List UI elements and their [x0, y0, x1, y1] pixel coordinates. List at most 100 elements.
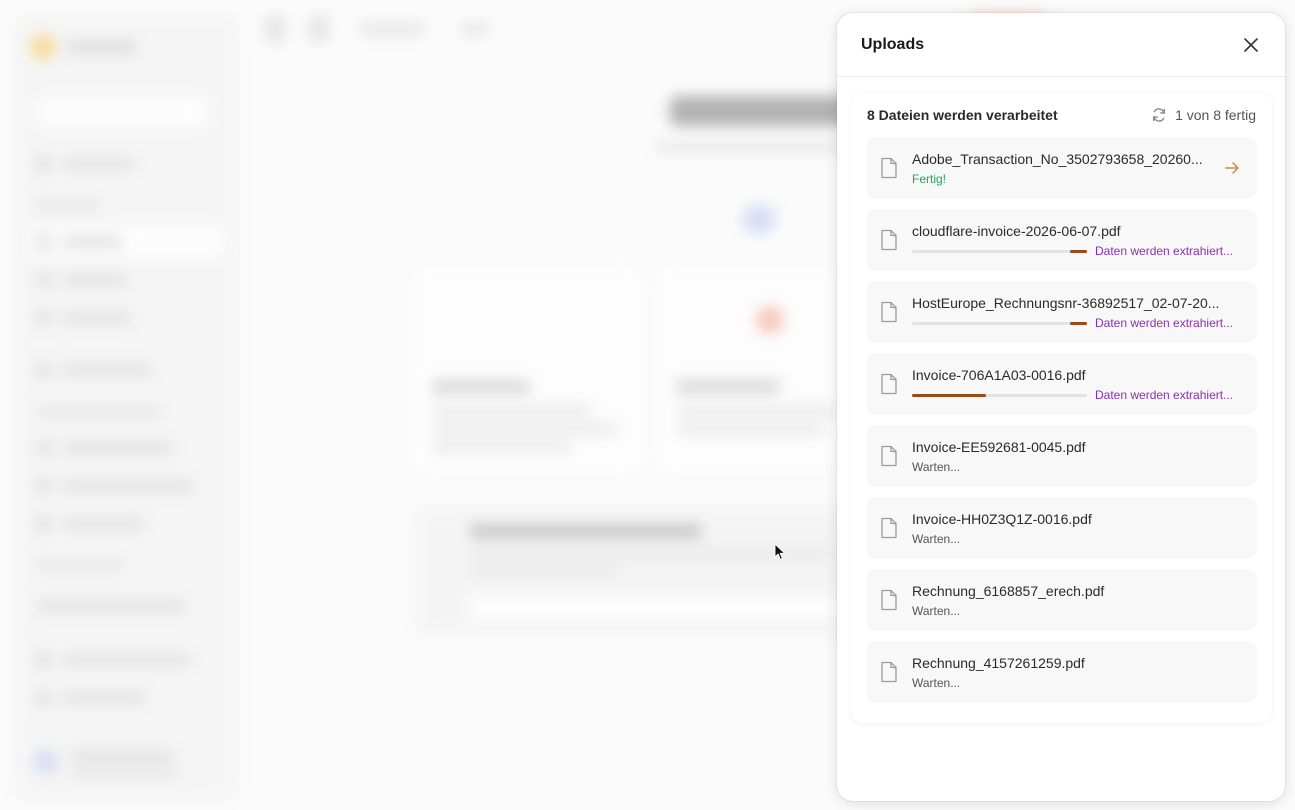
background-nav-line	[62, 312, 132, 324]
mouse-cursor-icon	[774, 543, 786, 560]
file-info: Invoice-HH0Z3Q1Z-0016.pdf Warten...	[912, 510, 1243, 546]
background-nav-active	[28, 226, 224, 258]
file-status: Daten werden extrahiert...	[1095, 388, 1234, 402]
background-topbar-button	[308, 14, 330, 44]
background-logo	[30, 34, 56, 60]
background-logo-text	[66, 40, 136, 54]
file-icon	[881, 157, 897, 179]
background-nav-line	[70, 768, 178, 776]
progress-fill	[1069, 321, 1087, 325]
file-name: HostEurope_Rechnungsnr-36892517_02-07-20…	[912, 295, 1220, 311]
file-item: Invoice-EE592681-0045.pdf Warten...	[866, 425, 1257, 487]
file-status: Warten...	[912, 604, 961, 618]
file-icon	[881, 229, 897, 251]
file-progress: Daten werden extrahiert...	[912, 388, 1243, 402]
background-badge	[742, 204, 776, 234]
progress-fill	[912, 393, 986, 397]
file-name: Rechnung_6168857_erech.pdf	[912, 583, 1105, 599]
file-status: Daten werden extrahiert...	[1095, 244, 1234, 258]
file-status: Daten werden extrahiert...	[1095, 316, 1234, 330]
background-nav-icon	[36, 310, 52, 326]
file-item: Invoice-706A1A03-0016.pdf Daten werden e…	[866, 353, 1257, 415]
background-panel-input	[470, 596, 850, 620]
background-nav-line	[62, 654, 190, 666]
file-icon	[881, 517, 897, 539]
uploads-list-container: 8 Dateien werden verarbeitet 1 von 8 fer…	[851, 93, 1272, 723]
upload-progress: 1 von 8 fertig	[1151, 107, 1256, 123]
file-info: HostEurope_Rechnungsnr-36892517_02-07-20…	[912, 294, 1243, 330]
background-nav-line	[36, 600, 186, 612]
file-status: Fertig!	[912, 172, 947, 186]
background-card-line	[676, 424, 826, 434]
background-search	[38, 98, 208, 126]
background-card-line	[432, 406, 592, 416]
file-icon	[881, 301, 897, 323]
background-nav-line	[62, 442, 174, 454]
upload-summary: 8 Dateien werden verarbeitet	[867, 107, 1058, 123]
file-icon	[881, 445, 897, 467]
file-name: Rechnung_4157261259.pdf	[912, 655, 1085, 671]
background-card-line	[432, 424, 618, 434]
background-nav-icon	[36, 516, 52, 532]
file-info: Adobe_Transaction_No_3502793658_20260...…	[912, 150, 1243, 186]
file-name: Invoice-EE592681-0045.pdf	[912, 439, 1086, 455]
background-nav-icon	[36, 362, 52, 378]
file-progress: Daten werden extrahiert...	[912, 244, 1243, 258]
background-nav-icon	[36, 234, 52, 250]
background-nav-line	[36, 562, 124, 570]
file-info: cloudflare-invoice-2026-06-07.pdf Daten …	[912, 222, 1243, 258]
background-nav-line	[70, 750, 174, 762]
file-item: Invoice-HH0Z3Q1Z-0016.pdf Warten...	[866, 497, 1257, 559]
background-card-icon	[756, 306, 784, 334]
file-info: Rechnung_6168857_erech.pdf Warten...	[912, 582, 1243, 618]
progress-track	[912, 393, 1087, 397]
sync-icon	[1152, 108, 1166, 122]
file-info: Invoice-706A1A03-0016.pdf Daten werden e…	[912, 366, 1243, 402]
background-panel-line	[470, 566, 620, 576]
background-nav-line	[36, 408, 160, 416]
progress-track	[912, 249, 1087, 253]
upload-status-row: 8 Dateien werden verarbeitet 1 von 8 fer…	[851, 93, 1272, 137]
close-button[interactable]	[1241, 35, 1261, 55]
background-nav-line	[62, 274, 128, 286]
background-topbar-button	[358, 22, 426, 36]
file-item: Rechnung_6168857_erech.pdf Warten...	[866, 569, 1257, 631]
arrow-right-icon[interactable]	[1223, 159, 1241, 177]
file-item: cloudflare-invoice-2026-06-07.pdf Daten …	[866, 209, 1257, 271]
background-nav-line	[36, 202, 100, 210]
file-item: Rechnung_4157261259.pdf Warten...	[866, 641, 1257, 703]
background-nav-line	[62, 480, 194, 492]
file-status: Warten...	[912, 460, 961, 474]
background-card-line	[676, 380, 780, 394]
background-nav-line	[62, 364, 152, 376]
file-status: Warten...	[912, 532, 961, 546]
background-panel-line	[470, 524, 702, 538]
file-name: Invoice-706A1A03-0016.pdf	[912, 367, 1086, 383]
file-icon	[881, 373, 897, 395]
progress-track	[912, 321, 1087, 325]
file-name: Adobe_Transaction_No_3502793658_20260...	[912, 151, 1203, 167]
background-nav-line	[62, 518, 144, 530]
background-card-line	[432, 442, 572, 452]
file-item: HostEurope_Rechnungsnr-36892517_02-07-20…	[866, 281, 1257, 343]
uploads-panel-header: Uploads	[837, 13, 1285, 77]
background-nav-line	[62, 158, 134, 170]
file-name: cloudflare-invoice-2026-06-07.pdf	[912, 223, 1121, 239]
file-info: Rechnung_4157261259.pdf Warten...	[912, 654, 1243, 690]
background-nav-icon	[36, 272, 52, 288]
file-item: Adobe_Transaction_No_3502793658_20260...…	[866, 137, 1257, 199]
file-info: Invoice-EE592681-0045.pdf Warten...	[912, 438, 1243, 474]
file-progress: Daten werden extrahiert...	[912, 316, 1243, 330]
file-status: Warten...	[912, 676, 961, 690]
background-nav-line	[62, 692, 146, 704]
background-card-line	[676, 406, 836, 416]
background-nav-icon	[36, 440, 52, 456]
file-icon	[881, 589, 897, 611]
background-nav-icon	[36, 652, 52, 668]
file-list: Adobe_Transaction_No_3502793658_20260...…	[851, 137, 1272, 703]
background-topbar-button	[264, 14, 286, 44]
uploads-panel-title: Uploads	[861, 35, 925, 53]
background-avatar	[34, 750, 58, 774]
close-icon	[1244, 37, 1258, 52]
background-nav-icon	[36, 156, 52, 172]
